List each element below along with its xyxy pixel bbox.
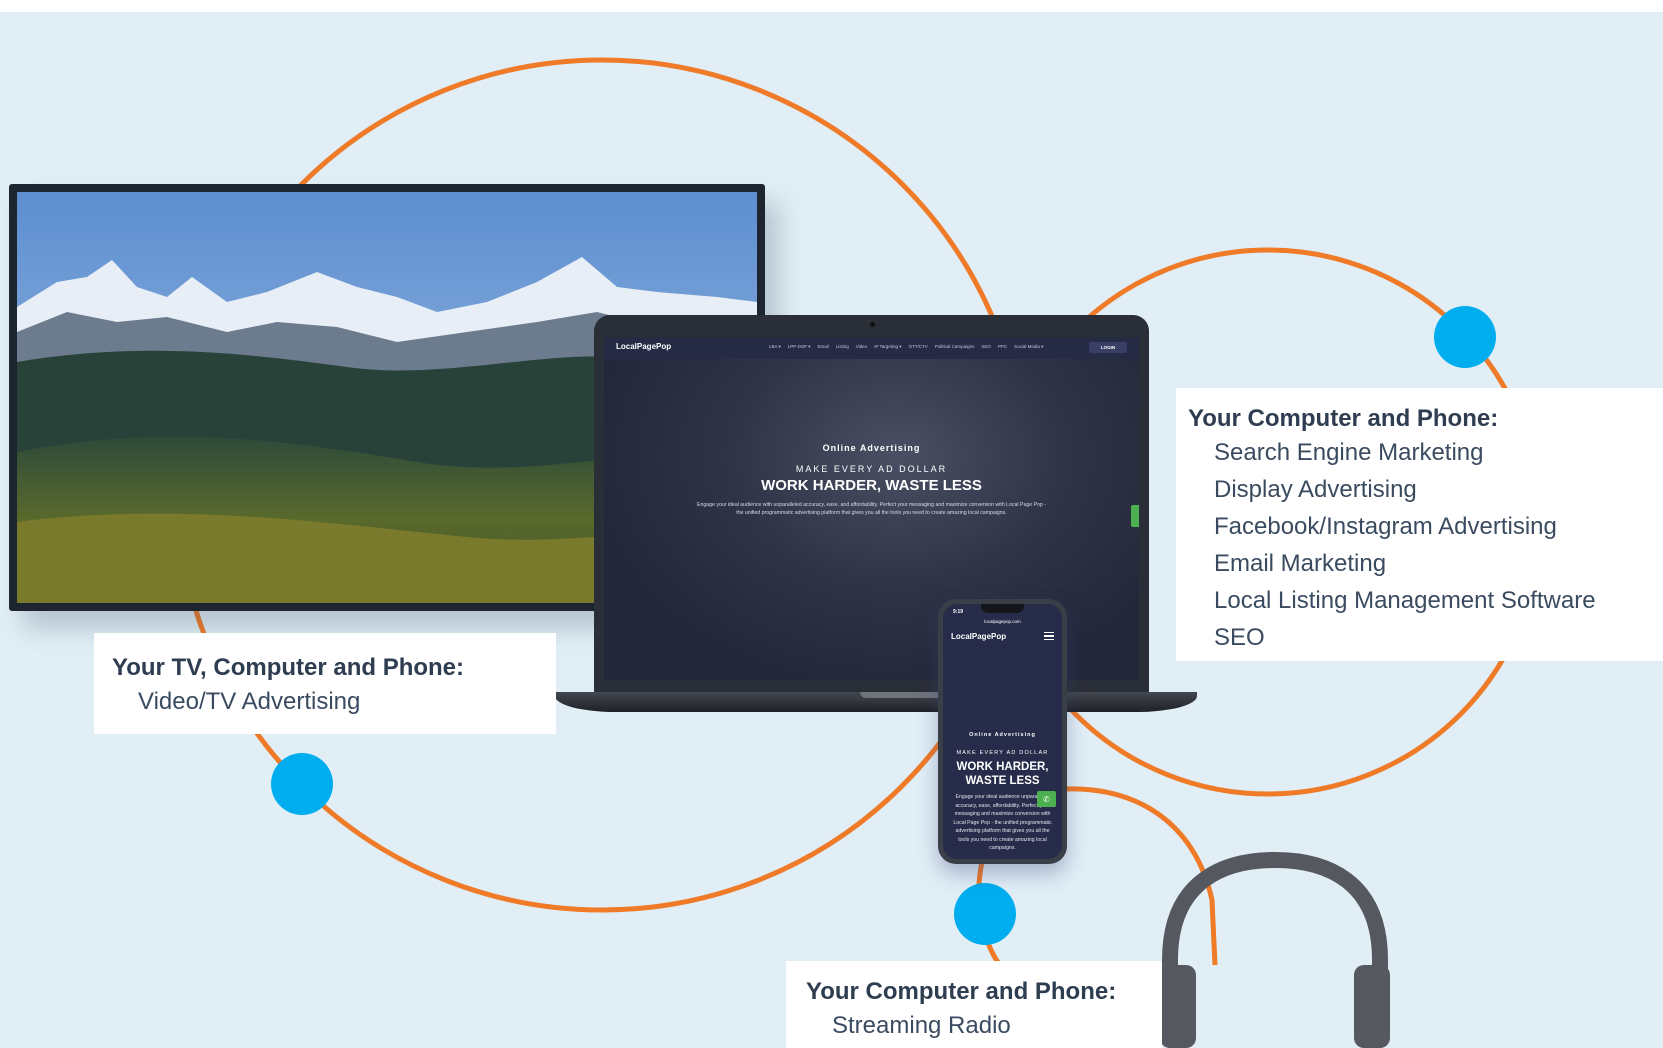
nav-item[interactable]: SEO — [981, 344, 991, 350]
list-item: SEO — [1214, 624, 1265, 651]
list-item: Facebook/Instagram Advertising — [1214, 513, 1557, 540]
list-item: Streaming Radio — [832, 1012, 1011, 1039]
nav-item[interactable]: LBA ▾ — [769, 344, 781, 350]
hamburger-menu-icon[interactable] — [1044, 632, 1054, 641]
list-item: Display Advertising — [1214, 476, 1417, 503]
hero-kicker: Online Advertising — [822, 443, 921, 453]
nav-item[interactable]: OTT/CTV — [909, 344, 928, 350]
illustration: LocalPagePop LBA ▾ LPP-DSP ▾ Email Listi… — [0, 0, 1663, 1048]
hero-body: Engage your ideal audience with unparall… — [697, 502, 1046, 516]
phone-screen: 9:19 localpagepop.com LocalPagePop Onlin… — [943, 604, 1062, 859]
hero-eyebrow: MAKE EVERY AD DOLLAR — [795, 464, 948, 474]
phone-call-icon[interactable]: ✆ — [1037, 791, 1056, 807]
tv-channel-heading: Your TV, Computer and Phone: — [112, 654, 465, 681]
list-item: Search Engine Marketing — [1214, 439, 1484, 466]
nav-item[interactable]: Email — [817, 344, 828, 350]
site-nav: LBA ▾ LPP-DSP ▾ Email Listing Video IP T… — [769, 344, 1043, 350]
nav-item[interactable]: Social Media ▾ — [1014, 344, 1043, 350]
phone-status-time: 9:19 — [953, 609, 964, 615]
dot-bottom — [954, 883, 1016, 945]
tv-channel-list: Video/TV Advertising — [112, 683, 556, 720]
computer-channel-box: Your Computer and Phone: Search Engine M… — [1176, 388, 1663, 661]
list-item: Email Marketing — [1214, 550, 1387, 577]
login-button[interactable]: LOGIN — [1089, 342, 1127, 353]
nav-item[interactable]: PPC — [998, 344, 1007, 350]
list-item: Video/TV Advertising — [138, 688, 361, 715]
nav-item[interactable]: Video — [856, 344, 867, 350]
nav-item[interactable]: Listing — [836, 344, 849, 350]
list-item: Local Listing Management Software — [1214, 587, 1596, 614]
dot-left — [271, 753, 333, 815]
computer-channel-heading: Your Computer and Phone: — [1188, 405, 1499, 432]
phone-site-logo[interactable]: LocalPagePop — [951, 632, 1006, 641]
phone-notch — [981, 604, 1024, 613]
nav-item[interactable]: IP Targeting ▾ — [874, 344, 901, 350]
dot-right — [1434, 306, 1496, 368]
nav-item[interactable]: Political Campaigns — [935, 344, 975, 350]
radio-channel-list: Streaming Radio — [806, 1007, 1162, 1044]
phone-url-bar[interactable]: localpagepop.com — [943, 619, 1062, 624]
tv-channel-box: Your TV, Computer and Phone: Video/TV Ad… — [94, 633, 556, 734]
laptop-camera — [870, 322, 875, 327]
site-logo[interactable]: LocalPagePop — [616, 342, 671, 351]
nav-item[interactable]: LPP-DSP ▾ — [788, 344, 811, 350]
phone-hero-eyebrow: MAKE EVERY AD DOLLAR — [956, 750, 1049, 756]
phone-hero-headline: WORK HARDER, WASTE LESS — [956, 761, 1049, 787]
computer-channel-list: Search Engine Marketing Display Advertis… — [1188, 434, 1663, 656]
hero-headline: WORK HARDER, WASTE LESS — [761, 477, 982, 494]
radio-channel-box: Your Computer and Phone: Streaming Radio — [786, 961, 1162, 1048]
phone-call-icon[interactable] — [1131, 505, 1139, 527]
smartphone: 9:19 localpagepop.com LocalPagePop Onlin… — [938, 599, 1067, 864]
phone-hero-kicker: Online Advertising — [969, 732, 1036, 738]
radio-channel-heading: Your Computer and Phone: — [806, 978, 1117, 1005]
